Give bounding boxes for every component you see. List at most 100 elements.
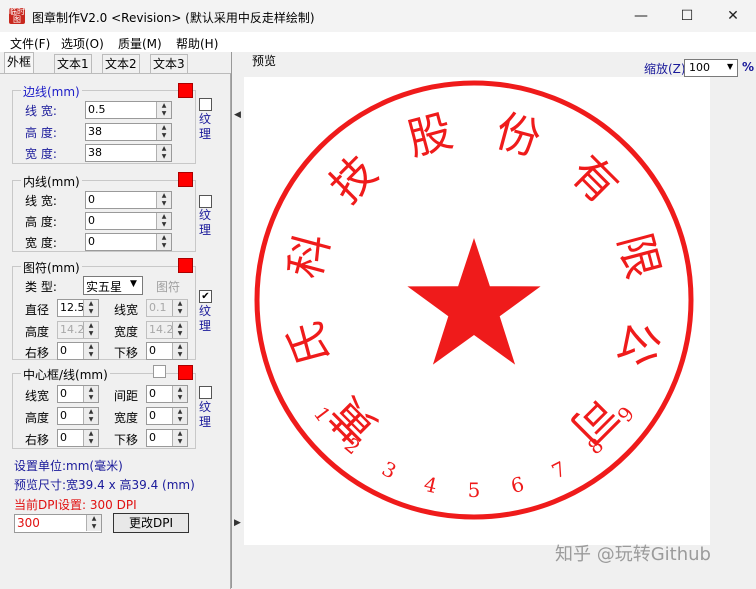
border-width-label: 线 宽: xyxy=(25,104,57,118)
dpi-input[interactable]: 300 ▲ ▼ xyxy=(14,514,102,533)
seal-char: 份 xyxy=(490,105,546,166)
seal-star-icon xyxy=(407,238,541,365)
center-gap-label: 间距 xyxy=(114,389,139,403)
symbol-linewidth-label: 线宽 xyxy=(114,303,139,317)
symbol-picker-button[interactable]: 图符 xyxy=(156,278,180,295)
seal-number: 6 xyxy=(509,472,527,498)
center-style-icon[interactable] xyxy=(153,365,166,378)
center-gap-input[interactable]: 0 ▲ ▼ xyxy=(146,385,188,403)
inner-line-group: 内线(mm) 线 宽: 0 ▲ ▼ 高 度: 0 ▲ ▼ 宽 度: 0 ▲ ▼ xyxy=(12,173,196,252)
preview-size-text: 预览尺寸:宽39.4 x 高39.4 (mm) xyxy=(14,478,195,492)
inner-breadth-input[interactable]: 0 ▲ ▼ xyxy=(85,233,172,251)
tab-text2[interactable]: 文本2 xyxy=(102,54,140,73)
symbol-down-input[interactable]: 0 ▲ ▼ xyxy=(146,342,188,360)
zoom-select[interactable]: 100 ▼ xyxy=(684,59,738,77)
symbol-color-swatch[interactable] xyxy=(178,258,193,273)
dpi-text: 当前DPI设置: 300 DPI xyxy=(14,498,137,512)
border-group: 边线(mm) 线 宽: 0.5 ▲ ▼ 高 度: 38 ▲ ▼ 宽 度: 38 ▲ ▼ xyxy=(12,83,196,164)
seal-char: 公 xyxy=(608,316,669,372)
border-height-input[interactable]: 38 ▲ ▼ xyxy=(85,123,172,141)
symbol-linewidth-input[interactable]: 0.1 ▲ ▼ xyxy=(146,299,188,317)
border-color-swatch[interactable] xyxy=(178,83,193,98)
settings-panel: 边线(mm) 线 宽: 0.5 ▲ ▼ 高 度: 38 ▲ ▼ 宽 度: 38 ▲ ▼ 纹理… xyxy=(0,73,231,589)
inner-height-label: 高 度: xyxy=(25,215,57,229)
minimize-button[interactable]: — xyxy=(618,0,664,32)
inner-texture-checkbox[interactable] xyxy=(199,195,212,208)
symbol-type-select[interactable]: 实五星 ▼ xyxy=(83,276,143,295)
center-height-input[interactable]: 0 ▲ ▼ xyxy=(57,407,99,425)
symbol-texture-checkbox[interactable]: ✔ xyxy=(199,290,212,303)
symbol-diameter-label: 直径 xyxy=(25,303,50,317)
symbol-type-label: 类 型: xyxy=(25,280,57,294)
center-down-input[interactable]: 0 ▲ ▼ xyxy=(146,429,188,447)
seal-number: 7 xyxy=(548,456,570,483)
seal-char: 科 xyxy=(279,228,340,284)
center-down-label: 下移 xyxy=(114,433,139,447)
center-lw-input[interactable]: 0 ▲ ▼ xyxy=(57,385,99,403)
seal-char: 有 xyxy=(561,146,628,213)
symbol-right-label: 右移 xyxy=(25,346,50,360)
chevron-down-icon: ▼ xyxy=(727,62,734,71)
app-icon: 临时图 xyxy=(9,8,25,24)
center-height-label: 高度 xyxy=(25,411,50,425)
watermark: 知乎 @玩转Github xyxy=(555,544,711,565)
seal-number: 4 xyxy=(422,472,440,498)
tab-strip: 外框 文本1 文本2 文本3 xyxy=(0,52,232,74)
seal-char: 技 xyxy=(320,146,387,213)
menu-quality[interactable]: 质量(M) xyxy=(118,35,162,52)
menu-file[interactable]: 文件(F) xyxy=(10,35,50,52)
symbol-width-input[interactable]: 14.2 ▲ ▼ xyxy=(146,321,188,339)
border-breadth-input[interactable]: 38 ▲ ▼ xyxy=(85,144,172,162)
title-bar: 临时图 图章制作V2.0 <Revision> (默认采用中反走样绘制) — ☐… xyxy=(0,0,756,32)
border-texture-checkbox[interactable] xyxy=(199,98,212,111)
maximize-button[interactable]: ☐ xyxy=(664,0,710,32)
inner-texture-label: 纹理 xyxy=(199,208,212,237)
collapse-right-icon: ▶ xyxy=(234,518,241,528)
window-title: 图章制作V2.0 <Revision> (默认采用中反走样绘制) xyxy=(32,11,315,25)
seal-number: 3 xyxy=(378,456,400,483)
symbol-height-label: 高度 xyxy=(25,325,50,339)
center-right-input[interactable]: 0 ▲ ▼ xyxy=(57,429,99,447)
chevron-down-icon: ▼ xyxy=(130,279,137,289)
center-width-label: 宽度 xyxy=(114,411,139,425)
seal-preview: 黄氏科技股 份有限公司 1234 5 6789 xyxy=(254,80,694,520)
symbol-right-input[interactable]: 0 ▲ ▼ xyxy=(57,342,99,360)
panel-splitter[interactable]: ◀ ▶ xyxy=(231,52,244,588)
tab-outer-frame[interactable]: 外框 xyxy=(4,52,35,74)
center-frame-group: 中心框/线(mm) 线宽 0 ▲ ▼ 间距 0 ▲ ▼ 高度 0 ▲ ▼ 宽度 0 ▲ ▼ 右移… xyxy=(12,366,196,449)
inner-breadth-label: 宽 度: xyxy=(25,236,57,250)
symbol-texture-label: 纹理 xyxy=(199,304,212,333)
center-width-input[interactable]: 0 ▲ ▼ xyxy=(146,407,188,425)
center-right-label: 右移 xyxy=(25,433,50,447)
symbol-width-label: 宽度 xyxy=(114,325,139,339)
border-legend: 边线(mm) xyxy=(21,83,82,100)
inner-color-swatch[interactable] xyxy=(178,172,193,187)
zoom-unit: % xyxy=(742,60,755,74)
menu-options[interactable]: 选项(O) xyxy=(61,35,104,52)
center-texture-checkbox[interactable] xyxy=(199,386,212,399)
symbol-diameter-input[interactable]: 12.5 ▲ ▼ xyxy=(57,299,99,317)
zoom-label: 缩放(Z) xyxy=(644,62,686,76)
close-button[interactable]: ✕ xyxy=(710,0,756,32)
border-height-label: 高 度: xyxy=(25,126,57,140)
center-color-swatch[interactable] xyxy=(178,365,193,380)
inner-legend: 内线(mm) xyxy=(21,173,82,190)
menu-bar: 文件(F) 选项(O) 质量(M) 帮助(H) xyxy=(0,32,756,52)
units-text: 设置单位:mm(毫米) xyxy=(14,459,123,473)
tab-text1[interactable]: 文本1 xyxy=(54,54,92,73)
menu-help[interactable]: 帮助(H) xyxy=(176,35,218,52)
symbol-legend: 图符(mm) xyxy=(21,259,82,276)
seal-number: 5 xyxy=(468,478,481,502)
center-legend: 中心框/线(mm) xyxy=(21,366,110,383)
inner-height-input[interactable]: 0 ▲ ▼ xyxy=(85,212,172,230)
zoom-bar: 缩放(Z) 100 ▼ % xyxy=(243,58,756,77)
border-breadth-label: 宽 度: xyxy=(25,147,57,161)
change-dpi-button[interactable]: 更改DPI xyxy=(113,513,189,533)
inner-width-input[interactable]: 0 ▲ ▼ xyxy=(85,191,172,209)
preview-canvas: 黄氏科技股份有限公司 123456789 xyxy=(244,77,710,545)
seal-char: 限 xyxy=(608,228,669,284)
inner-width-label: 线 宽: xyxy=(25,194,57,208)
symbol-height-input[interactable]: 14.2 ▲ ▼ xyxy=(57,321,99,339)
border-width-input[interactable]: 0.5 ▲ ▼ xyxy=(85,101,172,119)
tab-text3[interactable]: 文本3 xyxy=(150,54,188,73)
